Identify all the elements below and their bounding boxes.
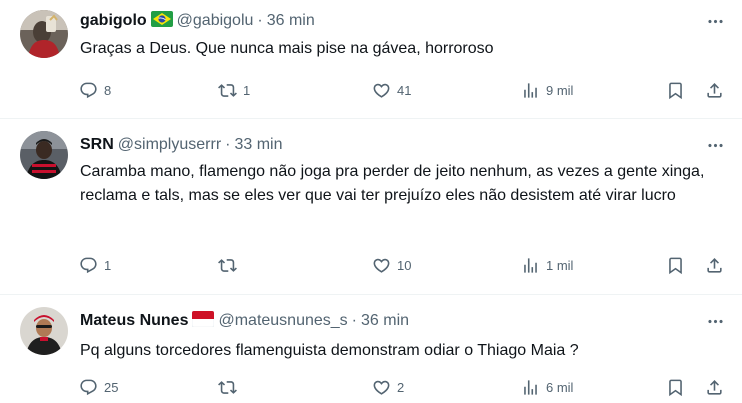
tweet-actions: 1 10 1 mil: [0, 253, 742, 277]
retweet-icon: [218, 83, 237, 97]
bookmark-button[interactable]: [666, 78, 685, 102]
views-button[interactable]: 6 mil: [521, 375, 573, 399]
display-name[interactable]: Mateus Nunes: [80, 312, 188, 330]
tweet-header: gabigolo @gabigolu · 36 min: [80, 10, 315, 32]
reply-count: 1: [104, 257, 112, 273]
reply-count: 8: [104, 82, 112, 98]
view-count: 1 mil: [546, 257, 574, 273]
retweet-button[interactable]: 1: [218, 78, 250, 102]
share-button[interactable]: [705, 253, 724, 277]
like-count: 41: [397, 82, 412, 98]
share-button[interactable]: [705, 78, 724, 102]
user-handle[interactable]: @simplyuserrr: [118, 136, 221, 154]
timestamp[interactable]: 36 min: [361, 312, 409, 330]
separator: ·: [225, 136, 231, 153]
reply-icon: [80, 82, 97, 98]
tweet-actions: 8 1 41 9 mil: [0, 78, 742, 102]
more-icon[interactable]: [704, 311, 726, 331]
share-icon: [707, 379, 722, 395]
bookmark-icon: [669, 82, 682, 99]
timestamp[interactable]: 36 min: [267, 12, 315, 30]
user-handle[interactable]: @mateusnunes_s: [218, 312, 347, 330]
like-button[interactable]: 2: [372, 375, 404, 399]
user-handle[interactable]: @gabigolu: [177, 12, 254, 30]
tweet-actions: 25 2 6 mil: [0, 375, 742, 399]
heart-icon: [373, 380, 390, 395]
views-button[interactable]: 1 mil: [521, 253, 573, 277]
tweet[interactable]: SRN @simplyuserrr · 33 min Caramba mano,…: [0, 119, 742, 294]
separator: ·: [351, 312, 357, 329]
bookmark-icon: [669, 379, 682, 396]
flag-icon: [192, 310, 215, 332]
reply-icon: [80, 257, 97, 273]
view-count: 9 mil: [546, 82, 574, 98]
share-icon: [707, 82, 722, 98]
heart-icon: [373, 83, 390, 98]
share-button[interactable]: [705, 375, 724, 399]
tweet-header: SRN @simplyuserrr · 33 min: [80, 135, 283, 155]
bookmark-button[interactable]: [666, 253, 685, 277]
heart-icon: [373, 258, 390, 273]
avatar[interactable]: [20, 131, 68, 179]
tweet-header: Mateus Nunes @mateusnunes_s · 36 min: [80, 310, 409, 332]
retweet-button[interactable]: [218, 253, 243, 277]
tweet-text: Graças a Deus. Que nunca mais pise na gá…: [80, 40, 494, 57]
reply-button[interactable]: 8: [79, 78, 111, 102]
separator: ·: [257, 12, 263, 29]
like-count: 10: [397, 257, 412, 273]
more-icon[interactable]: [704, 11, 726, 31]
reply-icon: [80, 379, 97, 395]
views-button[interactable]: 9 mil: [521, 78, 573, 102]
reply-button[interactable]: 25: [79, 375, 118, 399]
share-icon: [707, 257, 722, 273]
views-icon: [524, 257, 537, 273]
tweet-text: Pq alguns torcedores flamenguista demons…: [80, 342, 579, 359]
retweet-count: 1: [243, 82, 251, 98]
retweet-icon: [218, 258, 237, 272]
views-icon: [524, 379, 537, 395]
tweet[interactable]: gabigolo @gabigolu · 36 min Graças a Deu…: [0, 0, 742, 118]
tweet-text: Caramba mano, flamengo não joga pra perd…: [80, 163, 705, 204]
retweet-button[interactable]: [218, 375, 243, 399]
reply-count: 25: [104, 379, 119, 395]
timeline: gabigolo @gabigolu · 36 min Graças a Deu…: [0, 0, 742, 403]
bookmark-button[interactable]: [666, 375, 685, 399]
reply-button[interactable]: 1: [79, 253, 111, 277]
bookmark-icon: [669, 257, 682, 274]
display-name[interactable]: SRN: [80, 136, 114, 154]
retweet-icon: [218, 380, 237, 394]
tweet[interactable]: Mateus Nunes @mateusnunes_s · 36 min Pq …: [0, 295, 742, 403]
view-count: 6 mil: [546, 379, 574, 395]
avatar[interactable]: [20, 307, 68, 355]
like-count: 2: [397, 379, 405, 395]
brazil-flag-icon: [150, 10, 173, 32]
display-name[interactable]: gabigolo: [80, 12, 147, 30]
like-button[interactable]: 41: [372, 78, 411, 102]
avatar[interactable]: [20, 10, 68, 58]
like-button[interactable]: 10: [372, 253, 411, 277]
more-icon[interactable]: [704, 135, 726, 155]
timestamp[interactable]: 33 min: [234, 136, 282, 154]
views-icon: [524, 82, 537, 98]
